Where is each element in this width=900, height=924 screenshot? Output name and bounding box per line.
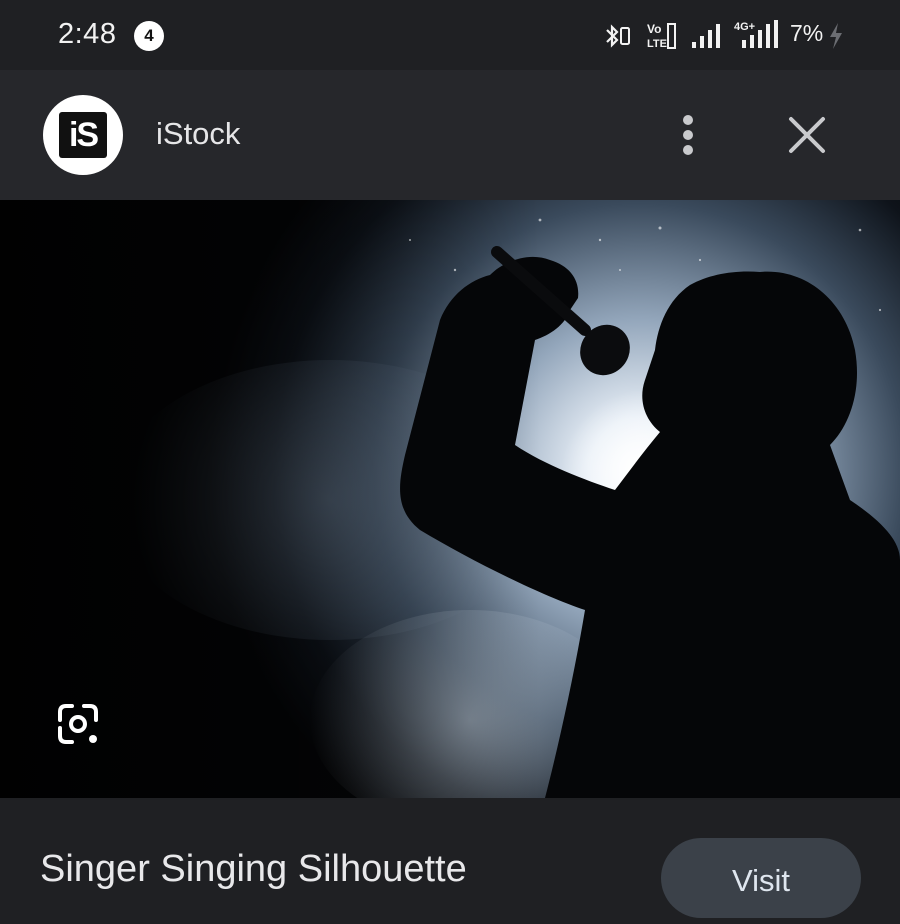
source-logo[interactable]: iS — [43, 95, 123, 175]
4g-signal-icon: 4G+ — [734, 20, 778, 48]
more-options-button[interactable] — [668, 110, 708, 160]
image-preview[interactable] — [0, 200, 900, 798]
google-lens-button[interactable] — [50, 700, 106, 748]
svg-text:4G+: 4G+ — [734, 21, 755, 33]
source-name[interactable]: iStock — [156, 116, 240, 152]
istock-logo-mark: iS — [59, 112, 107, 158]
clock-time: 2:48 — [58, 18, 117, 50]
signal-icon — [692, 24, 720, 48]
svg-text:LTE: LTE — [647, 38, 667, 50]
volte-icon: Vo LTE — [647, 22, 676, 50]
image-title: Singer Singing Silhouette — [40, 848, 467, 890]
bluetooth-icon — [606, 24, 630, 48]
battery-charging-icon — [830, 23, 842, 49]
google-lens-icon — [58, 704, 98, 744]
singer-silhouette-photo — [0, 200, 900, 798]
svg-text:Vo: Vo — [647, 22, 661, 36]
more-vert-icon — [683, 115, 693, 155]
source-header: iS iStock — [0, 70, 900, 200]
visit-button[interactable]: Visit — [661, 838, 861, 918]
close-icon — [789, 117, 825, 153]
battery-percent: 7% — [790, 20, 824, 46]
close-button[interactable] — [784, 112, 830, 158]
notification-count-badge: 4 — [134, 21, 164, 51]
image-info-panel: Singer Singing Silhouette Visit — [0, 798, 900, 918]
status-bar: 2:48 4 Vo LTE 4G+ 7% — [0, 0, 900, 70]
